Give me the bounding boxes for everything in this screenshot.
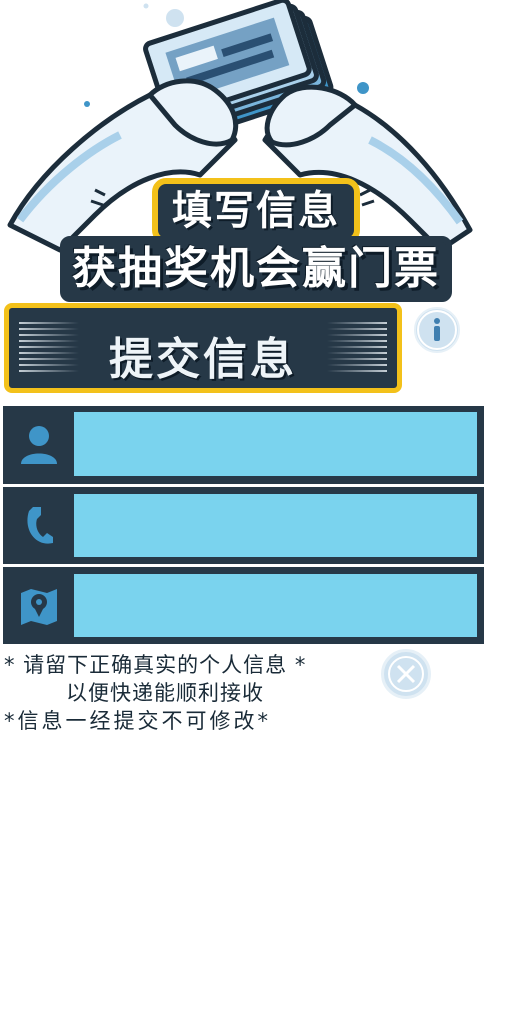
map-pin-icon [21,589,57,625]
name-input[interactable] [74,412,477,476]
info-icon [417,310,457,350]
address-field-row [3,567,484,644]
phone-icon [27,507,53,544]
notice-line-3: *信息一经提交不可修改* [4,709,271,733]
person-icon [21,426,57,464]
submit-info-button[interactable]: 提交信息 [4,303,402,393]
title-line-1: 填写信息 [0,178,512,244]
notice-line-1: * 请留下正确真实的个人信息 * [4,653,307,677]
title-line-2: 获抽奖机会赢门票 [0,236,512,302]
submit-info-label: 提交信息 [109,334,297,385]
phone-field-row [3,487,484,564]
info-button[interactable] [414,307,460,353]
close-icon [388,656,424,692]
name-field-row [3,406,484,484]
phone-input[interactable] [74,494,477,557]
address-input[interactable] [74,574,477,637]
close-button[interactable] [381,649,431,699]
notice-line-2: 以便快递能顺利接收 [66,681,264,705]
